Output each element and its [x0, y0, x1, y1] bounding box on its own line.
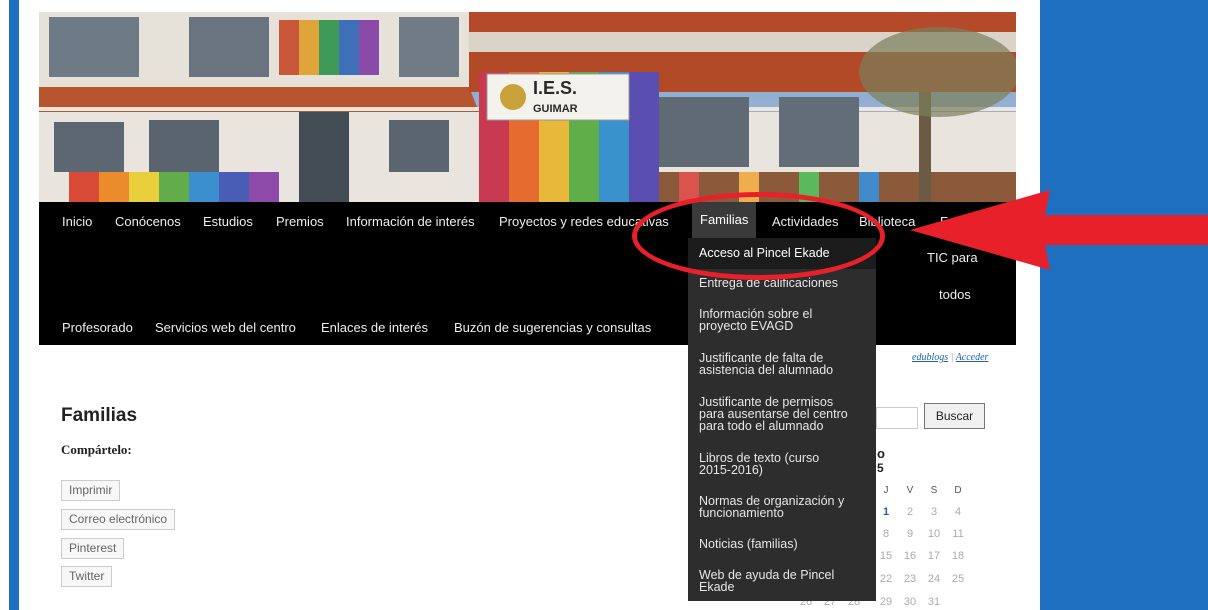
calendar-day: 8	[882, 528, 890, 540]
arrow-icon	[910, 190, 1208, 270]
calendar-day: 16	[903, 550, 917, 562]
page-title: Familias	[61, 405, 138, 426]
calendar-day: 22	[879, 573, 893, 585]
nav-tic-para-todos-line2[interactable]: todos	[939, 287, 971, 302]
calendar-day-header: S	[930, 485, 938, 496]
dropdown-item-label: funcionamiento	[699, 506, 784, 520]
nav-premios[interactable]: Premios	[276, 214, 324, 229]
left-blue-border	[9, 0, 19, 610]
calendar-day-header: D	[954, 485, 962, 496]
calendar-day: 2	[906, 506, 914, 518]
highlight-circle-annotation	[632, 192, 885, 280]
dropdown-item-libros-texto[interactable]: Libros de texto (curso 2015-2016)	[688, 452, 876, 477]
calendar-day-header: V	[906, 485, 914, 496]
familias-dropdown-menu: Acceso al Pincel Ekade Entrega de califi…	[688, 238, 876, 601]
nav-enlaces-interes[interactable]: Enlaces de interés	[321, 320, 428, 335]
share-print-button[interactable]: Imprimir	[61, 480, 121, 501]
dropdown-item-label: para todo el alumnado	[699, 419, 824, 433]
dropdown-item-info-evagd[interactable]: Información sobre el proyecto EVAGD	[688, 308, 876, 333]
sign-line-2: GUIMAR	[533, 103, 578, 115]
calendar-day: 18	[951, 550, 965, 562]
dropdown-item-noticias-familias[interactable]: Noticias (familias)	[688, 537, 876, 551]
calendar-day: 29	[879, 596, 893, 608]
nav-profesorado[interactable]: Profesorado	[62, 320, 133, 335]
calendar-day: 10	[927, 528, 941, 540]
link-separator: |	[950, 352, 954, 363]
calendar-day: 25	[951, 573, 965, 585]
calendar-day: 30	[903, 596, 917, 608]
calendar-day: 4	[954, 506, 962, 518]
dropdown-item-justificante-permisos[interactable]: Justificante de permisos para ausentarse…	[688, 396, 876, 433]
top-links: edublogs | Acceder	[912, 352, 988, 363]
share-label: Compártelo:	[61, 442, 132, 457]
header-photo: I.E.S. GUIMAR	[39, 12, 1016, 202]
dropdown-item-normas-organizacion[interactable]: Normas de organización y funcionamiento	[688, 495, 876, 520]
search-input[interactable]	[876, 407, 918, 429]
dropdown-item-label: proyecto EVAGD	[699, 319, 794, 333]
nav-informacion-interes[interactable]: Información de interés	[346, 214, 475, 229]
calendar-day-link[interactable]: 1	[875, 506, 897, 518]
nav-servicios-web[interactable]: Servicios web del centro	[155, 320, 296, 335]
sign-line-1: I.E.S.	[533, 78, 577, 98]
calendar-day: 24	[927, 573, 941, 585]
pointer-arrow-annotation	[910, 190, 1208, 270]
dropdown-item-justificante-falta[interactable]: Justificante de falta de asistencia del …	[688, 352, 876, 377]
nav-estudios[interactable]: Estudios	[203, 214, 253, 229]
calendar-day: 3	[930, 506, 938, 518]
share-twitter-button[interactable]: Twitter	[61, 566, 113, 587]
calendar-day: 31	[927, 596, 941, 608]
dropdown-item-label: 2015-2016)	[699, 463, 763, 477]
nav-inicio[interactable]: Inicio	[62, 214, 92, 229]
dropdown-item-label: asistencia del alumnado	[699, 363, 834, 377]
calendar-day: 11	[952, 528, 964, 540]
calendar-day-header: J	[883, 485, 889, 496]
calendar-day: 15	[879, 550, 893, 562]
edublogs-link[interactable]: edublogs	[912, 352, 948, 363]
acceder-link[interactable]: Acceder	[956, 352, 989, 363]
share-pinterest-button[interactable]: Pinterest	[61, 538, 125, 559]
calendar-title-1: o	[877, 446, 885, 461]
right-blue-panel	[1040, 0, 1208, 610]
dropdown-item-label: Noticias (familias)	[699, 537, 798, 551]
nav-buzon-sugerencias[interactable]: Buzón de sugerencias y consultas	[454, 320, 651, 335]
dropdown-item-label: Ekade	[699, 580, 735, 594]
calendar-day: 17	[927, 550, 941, 562]
search-button[interactable]: Buscar	[924, 403, 985, 429]
share-email-button[interactable]: Correo electrónico	[61, 509, 176, 530]
nav-conocenos[interactable]: Conócenos	[115, 214, 181, 229]
calendar-day: 23	[903, 573, 917, 585]
calendar-title-2: 5	[877, 461, 884, 475]
calendar-day: 9	[906, 528, 914, 540]
dropdown-item-web-ayuda-pincel[interactable]: Web de ayuda de Pincel Ekade	[688, 569, 876, 594]
